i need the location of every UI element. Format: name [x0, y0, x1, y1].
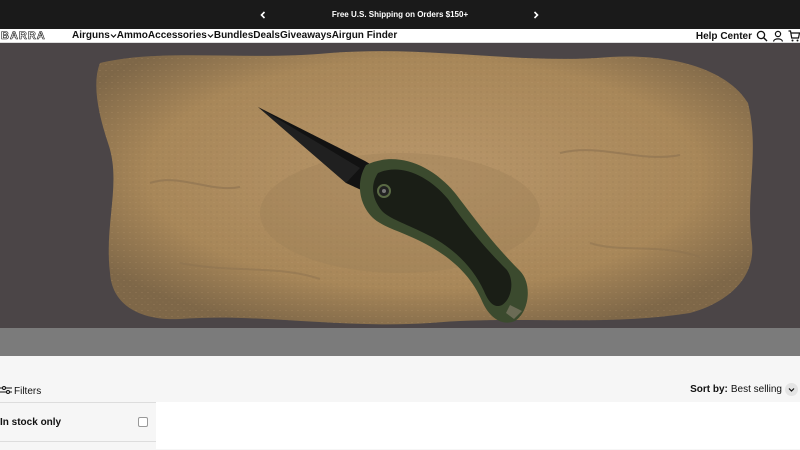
sort-value: Best selling [730, 384, 782, 395]
nav-item-giveaways[interactable]: Giveaways [280, 30, 332, 41]
announcement-bar: Free U.S. Shipping on Orders $150+ [0, 0, 800, 29]
chevron-left-icon [260, 10, 266, 19]
nav-label: Giveaways [279, 30, 332, 41]
nav-label: Deals [253, 30, 280, 41]
nav-item-airguns[interactable]: Airguns [72, 30, 117, 41]
nav-label: Accessories [147, 30, 207, 41]
collection-toolbar: Filters Sort by: Best selling [0, 356, 800, 402]
next-announcement-button[interactable] [526, 0, 546, 29]
hero-band [0, 328, 800, 356]
sliders-icon [0, 385, 12, 398]
sort-label: Sort by: [690, 384, 728, 395]
nav-label: Bundles [213, 30, 254, 41]
hero-image [0, 43, 800, 328]
nav-item-bundles[interactable]: Bundles [214, 30, 253, 41]
chevron-down-icon [207, 32, 214, 39]
nav-item-deals[interactable]: Deals [253, 30, 280, 41]
filters-label: Filters [14, 386, 42, 397]
sort-control[interactable]: Sort by: Best selling [690, 383, 798, 396]
nav-label: Airgun Finder [331, 30, 398, 41]
nav-label: Airguns [72, 30, 110, 41]
account-icon[interactable] [772, 30, 784, 42]
in-stock-label: In stock only [0, 416, 62, 428]
in-stock-filter[interactable]: In stock only [0, 403, 156, 442]
filters-button[interactable]: Filters [0, 385, 41, 398]
chevron-down-icon[interactable] [785, 383, 798, 396]
header-actions: Help Center [696, 29, 800, 43]
nav-label: Ammo [116, 30, 148, 41]
chevron-down-icon [110, 32, 117, 39]
filter-sidebar: In stock only [0, 402, 156, 449]
cart-icon[interactable] [788, 30, 800, 42]
previous-announcement-button[interactable] [253, 0, 273, 29]
hero-banner [0, 43, 800, 328]
help-center-link[interactable]: Help Center [696, 31, 752, 42]
main-nav: Airguns Ammo Accessories Bundles Deals G… [72, 30, 397, 41]
site-logo[interactable]: BARRA [0, 29, 70, 43]
nav-item-airgun-finder[interactable]: Airgun Finder [332, 30, 398, 41]
chevron-right-icon [533, 10, 539, 19]
announcement-text: Free U.S. Shipping on Orders $150+ [331, 10, 469, 19]
site-header: BARRA Airguns Ammo Accessories Bundles D… [0, 29, 800, 43]
collection-content: In stock only [0, 402, 800, 449]
search-icon[interactable] [756, 30, 768, 42]
nav-item-accessories[interactable]: Accessories [148, 30, 214, 41]
nav-item-ammo[interactable]: Ammo [117, 30, 148, 41]
in-stock-checkbox[interactable] [138, 417, 148, 427]
